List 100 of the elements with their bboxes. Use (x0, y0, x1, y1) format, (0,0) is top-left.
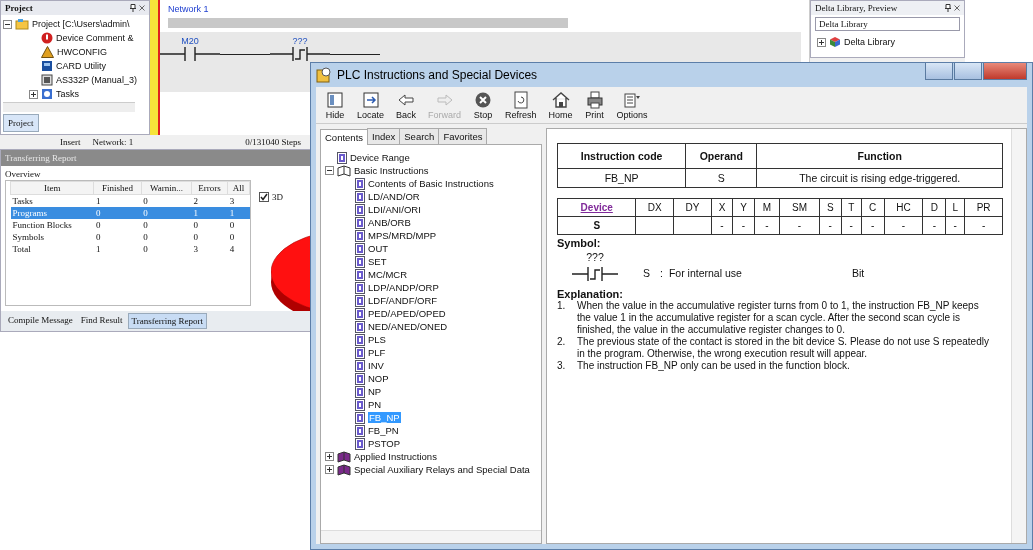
toolbar-button[interactable]: Locate (354, 90, 388, 120)
tree-item[interactable]: MPS/MRD/MPP (368, 230, 437, 241)
checkbox[interactable] (259, 192, 269, 202)
window-title: PLC Instructions and Special Devices (337, 68, 538, 82)
collapse-icon[interactable] (325, 166, 334, 175)
toolbar-button[interactable]: Back (393, 90, 420, 120)
tree-item[interactable]: OUT (368, 243, 389, 254)
tree-item[interactable]: Contents of Basic Instructions (368, 178, 494, 189)
toolbar-button[interactable]: Options (613, 90, 651, 120)
expand-icon[interactable] (29, 89, 38, 99)
explanation-text: The previous state of the contact is stored in the bit device S. Please do not use S repeatedly in the program. Otherwise, the wrong execution result will appear. (577, 336, 990, 360)
table-cell: 0 (141, 207, 192, 219)
tree-item[interactable]: AS332P (Manual_3) (56, 75, 137, 85)
tree-item[interactable]: CARD Utility (56, 61, 106, 71)
library-dropdown[interactable]: Delta Library (815, 17, 960, 31)
table-row[interactable]: Tasks 1 0 2 3 (10, 194, 250, 207)
panel-tab[interactable]: Find Result (77, 313, 126, 329)
tree-item[interactable]: ANB/ORB (368, 217, 411, 228)
locate-icon (363, 92, 378, 108)
tree-item[interactable]: NED/ANED/ONED (368, 321, 448, 332)
tree-item[interactable]: PLF (368, 347, 386, 358)
panel-tab[interactable]: Transferring Report (127, 313, 207, 329)
close-icon[interactable] (139, 5, 145, 11)
scrollbar[interactable] (321, 530, 541, 543)
tree-item[interactable]: NP (368, 386, 382, 397)
pin-icon[interactable] (945, 4, 951, 12)
column-header[interactable]: Finished (93, 181, 142, 195)
table-header: HC (884, 198, 923, 217)
device-link[interactable]: Device (557, 198, 636, 217)
table-cell: - (732, 216, 755, 235)
column-header[interactable]: Warnin... (141, 181, 192, 195)
page-icon (355, 346, 365, 359)
section-heading: Explanation: (557, 288, 623, 300)
expand-icon[interactable] (817, 37, 826, 47)
scrollbar[interactable] (1011, 129, 1026, 543)
toolbar-button[interactable]: Stop (470, 90, 497, 120)
tree-item[interactable]: Basic Instructions (354, 165, 429, 176)
page-icon (355, 372, 365, 385)
toolbar-button[interactable]: Print (581, 90, 608, 120)
tab[interactable]: Contents (320, 129, 369, 145)
page-icon (355, 424, 365, 437)
list-number: 1. (557, 300, 566, 313)
contact-symbol (160, 46, 220, 62)
table-cell: 2 (191, 194, 228, 207)
home-icon (551, 92, 570, 108)
tree-item[interactable]: MC/MCR (368, 269, 408, 280)
expand-icon[interactable] (325, 452, 334, 461)
tab[interactable]: Favorites (438, 128, 488, 144)
tree-item[interactable]: PN (368, 399, 382, 410)
toolbar-button[interactable]: Hide (322, 90, 348, 120)
table-cell: 1 (93, 194, 142, 207)
status-text: Network: 1 (92, 137, 134, 147)
table-header: Function (756, 143, 1003, 169)
tree-item[interactable]: Special Auxiliary Relays and Special Data (354, 464, 530, 475)
tree-item[interactable]: LDP/ANDP/ORP (368, 282, 439, 293)
tree-item[interactable]: Applied Instructions (354, 451, 437, 462)
tree-item[interactable]: Project [C:\Users\admin\ (32, 19, 130, 29)
tree-item[interactable]: INV (368, 360, 384, 371)
tree-item[interactable]: LDI/ANI/ORI (368, 204, 421, 215)
toolbar-button[interactable]: Refresh (502, 90, 540, 120)
panel-tab[interactable]: Compile Message (5, 313, 76, 329)
table-row[interactable]: Symbols 0 0 0 0 (10, 231, 250, 243)
tree-item[interactable]: FB_PN (368, 425, 399, 436)
tree-item[interactable]: SET (368, 256, 387, 267)
toolbar-button[interactable]: Home (545, 90, 576, 120)
column-header[interactable]: Errors (191, 181, 228, 195)
page-icon (355, 281, 365, 294)
tree-item[interactable]: NOP (368, 373, 389, 384)
minimize-button[interactable] (925, 63, 953, 80)
forward-arrow-icon (437, 94, 453, 106)
pin-icon[interactable] (130, 4, 136, 12)
tree-item[interactable]: HWCONFIG (57, 47, 107, 57)
page-icon (355, 398, 365, 411)
column-header[interactable]: All (227, 181, 250, 195)
tree-item[interactable]: LD/AND/OR (368, 191, 420, 202)
expand-icon[interactable] (325, 465, 334, 474)
scrollbar[interactable] (3, 102, 135, 112)
tree-item[interactable]: PED/APED/OPED (368, 308, 446, 319)
maximize-button[interactable] (954, 63, 982, 80)
tree-item[interactable]: Device Range (350, 152, 410, 163)
column-header[interactable]: Item (10, 181, 94, 195)
tree-item[interactable]: Device Comment & (56, 33, 134, 43)
table-cell-text: 4 (228, 243, 236, 255)
panel-title: Project (5, 3, 33, 13)
section-label: Overview (4, 168, 42, 180)
page-icon (337, 151, 347, 164)
table-header: M (754, 198, 780, 217)
close-icon[interactable] (954, 5, 960, 11)
printer-icon (587, 91, 603, 109)
table-row[interactable]: Function Blocks 0 0 0 0 (10, 219, 250, 231)
tab[interactable]: Search (399, 128, 440, 144)
panel-tab[interactable]: Project (3, 114, 39, 132)
table-row[interactable]: Total 1 0 3 4 (10, 243, 250, 255)
tree-item[interactable]: PSTOP (368, 438, 401, 449)
tree-item[interactable]: PLS (368, 334, 386, 345)
collapse-icon[interactable] (3, 19, 12, 29)
tree-item[interactable]: Tasks (56, 89, 79, 99)
tree-item[interactable]: LDF/ANDF/ORF (368, 295, 438, 306)
page-icon (355, 294, 365, 307)
tree-item[interactable]: Delta Library (844, 37, 896, 47)
